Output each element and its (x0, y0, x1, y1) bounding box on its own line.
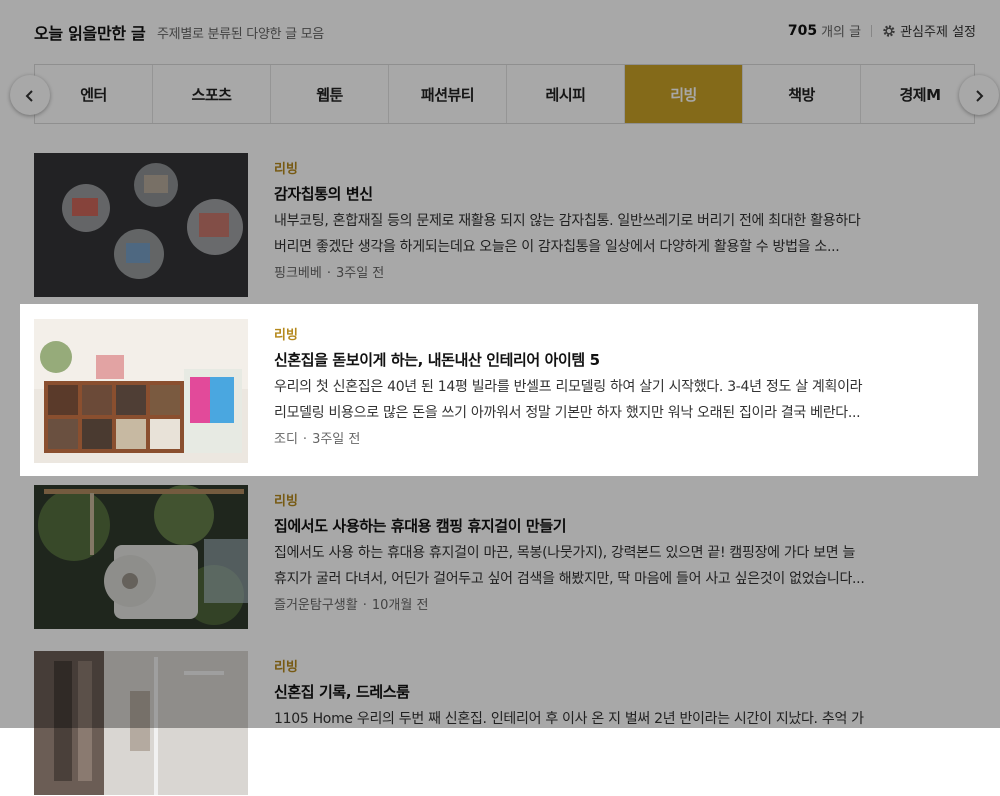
article-count-suffix: 개의 글 (821, 25, 862, 40)
article-thumbnail[interactable] (34, 485, 248, 629)
article-category: 리빙 (274, 162, 298, 177)
article-desc-line: 버리면 좋겠단 생각을 하게되는데요 오늘은 이 감자칩통을 일상에서 다양하게… (274, 239, 840, 255)
article-info: 즐거운탐구생활 · 10개월 전 (274, 594, 934, 613)
article-title[interactable]: 집에서도 사용하는 휴대용 캠핑 휴지걸이 만들기 (274, 515, 934, 536)
article-item[interactable]: 리빙 신혼집 기록, 드레스룸 1105 Home 우리의 두번 째 신혼집. … (34, 650, 954, 796)
info-separator: · (326, 266, 331, 281)
article-meta: 리빙 신혼집 기록, 드레스룸 1105 Home 우리의 두번 째 신혼집. … (274, 656, 934, 732)
article-time: 3주일 전 (312, 432, 361, 447)
article-item[interactable]: 리빙 집에서도 사용하는 휴대용 캠핑 휴지걸이 만들기 집에서도 사용 하는 … (34, 484, 954, 630)
article-meta: 리빙 집에서도 사용하는 휴대용 캠핑 휴지걸이 만들기 집에서도 사용 하는 … (274, 490, 934, 613)
article-title[interactable]: 감자칩통의 변신 (274, 183, 934, 204)
tab-living[interactable]: 리빙 (625, 65, 743, 123)
page-subtitle: 주제별로 분류된 다양한 글 모음 (157, 27, 324, 42)
article-item[interactable]: 리빙 감자칩통의 변신 내부코팅, 혼합재질 등의 문제로 재활용 되지 않는 … (34, 152, 954, 298)
tabs-prev-button[interactable] (10, 75, 50, 115)
article-author[interactable]: 핑크베베 (274, 266, 322, 281)
page-title: 오늘 읽을만한 글 (34, 24, 146, 43)
chevron-right-icon (973, 83, 985, 107)
header-right: 705 개의 글 관심주제 설정 (787, 21, 976, 41)
article-category: 리빙 (274, 328, 298, 343)
article-thumbnail[interactable] (34, 651, 248, 795)
tab-economy[interactable]: 경제M (861, 65, 974, 123)
article-title[interactable]: 신혼집을 돋보이게 하는, 내돈내산 인테리어 아이템 5 (274, 349, 934, 370)
tab-sports[interactable]: 스포츠 (153, 65, 271, 123)
article-item-highlighted[interactable]: 리빙 신혼집을 돋보이게 하는, 내돈내산 인테리어 아이템 5 우리의 첫 신… (34, 318, 954, 464)
chevron-left-icon (24, 83, 36, 107)
article-author[interactable]: 즐거운탐구생활 (274, 598, 358, 613)
article-desc-line: 내부코팅, 혼합재질 등의 문제로 재활용 되지 않는 감자칩통. 일반쓰레기로… (274, 213, 861, 229)
article-info: 핑크베베 · 3주일 전 (274, 262, 934, 281)
article-desc-line: 리모델링 비용으로 많은 돈을 쓰기 아까워서 정말 기본만 하자 했지만 워낙… (274, 405, 861, 421)
article-description: 집에서도 사용 하는 휴대용 휴지걸이 마끈, 목봉(나뭇가지), 강력본드 있… (274, 540, 934, 592)
info-separator: · (362, 598, 367, 613)
article-description: 1105 Home 우리의 두번 째 신혼집. 인테리어 후 이사 온 지 벌써… (274, 706, 934, 732)
article-thumbnail[interactable] (34, 319, 248, 463)
article-time: 10개월 전 (371, 598, 429, 613)
article-meta: 리빙 신혼집을 돋보이게 하는, 내돈내산 인테리어 아이템 5 우리의 첫 신… (274, 324, 934, 447)
article-title[interactable]: 신혼집 기록, 드레스룸 (274, 681, 934, 702)
tab-strip: 엔터 스포츠 웹툰 패션뷰티 레시피 리빙 책방 경제M (34, 64, 975, 124)
tabs-next-button[interactable] (959, 75, 999, 115)
article-author[interactable]: 조디 (274, 432, 298, 447)
article-desc-line: 1105 Home 우리의 두번 째 신혼집. 인테리어 후 이사 온 지 벌써… (274, 711, 864, 727)
tab-webtoon[interactable]: 웹툰 (271, 65, 389, 123)
article-meta: 리빙 감자칩통의 변신 내부코팅, 혼합재질 등의 문제로 재활용 되지 않는 … (274, 158, 934, 281)
article-time: 3주일 전 (335, 266, 385, 281)
page-header: 오늘 읽을만한 글 주제별로 분류된 다양한 글 모음 705 개의 글 관심주… (34, 20, 976, 44)
dim-right (978, 304, 1000, 476)
interest-setting-link[interactable]: 관심주제 설정 (900, 21, 976, 40)
header-divider (871, 24, 873, 37)
article-description: 내부코팅, 혼합재질 등의 문제로 재활용 되지 않는 감자칩통. 일반쓰레기로… (274, 208, 934, 260)
info-separator: · (302, 432, 308, 447)
dim-left (0, 304, 20, 476)
article-desc-line: 우리의 첫 신혼집은 40년 된 14평 빌라를 반셀프 리모델링 하여 살기 … (274, 379, 863, 395)
article-category: 리빙 (274, 660, 298, 675)
article-count: 705 (787, 22, 818, 39)
article-info: 조디 · 3주일 전 (274, 428, 934, 447)
article-thumbnail[interactable] (34, 153, 248, 297)
tab-enter[interactable]: 엔터 (35, 65, 153, 123)
gear-icon[interactable] (882, 24, 896, 38)
article-desc-line: 집에서도 사용 하는 휴대용 휴지걸이 마끈, 목봉(나뭇가지), 강력본드 있… (274, 545, 856, 561)
tab-fashion-beauty[interactable]: 패션뷰티 (389, 65, 507, 123)
tab-recipe[interactable]: 레시피 (507, 65, 625, 123)
topic-tabs: 엔터 스포츠 웹툰 패션뷰티 레시피 리빙 책방 경제M (10, 64, 999, 126)
article-category: 리빙 (274, 494, 298, 509)
article-description: 우리의 첫 신혼집은 40년 된 14평 빌라를 반셀프 리모델링 하여 살기 … (274, 374, 934, 426)
article-desc-line: 휴지가 굴러 다녀서, 어딘가 걸어두고 싶어 검색을 해봤지만, 딱 마음에 … (274, 571, 865, 587)
tab-books[interactable]: 책방 (743, 65, 861, 123)
